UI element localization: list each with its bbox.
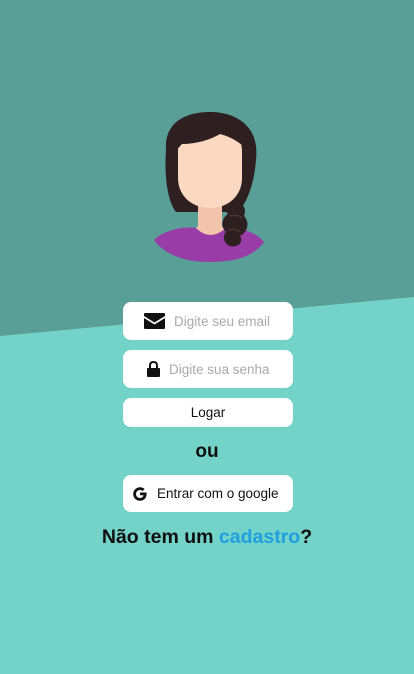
signup-prefix: Não tem um <box>101 526 219 548</box>
google-button-label: Entrar com o google <box>157 486 279 501</box>
google-login-button[interactable]: Entrar com o google <box>123 475 293 512</box>
password-field[interactable] <box>123 350 293 388</box>
signup-prompt: Não tem um cadastro? <box>0 526 414 549</box>
signup-link[interactable]: cadastro <box>219 526 300 548</box>
envelope-icon <box>144 313 165 329</box>
login-button[interactable]: Logar <box>123 398 293 427</box>
google-g-icon <box>131 485 149 503</box>
email-field[interactable] <box>123 302 294 340</box>
separator-text: ou <box>195 441 219 462</box>
signup-suffix: ? <box>300 526 313 548</box>
email-input[interactable] <box>174 313 294 329</box>
password-input[interactable] <box>169 361 289 377</box>
lock-icon <box>146 361 160 377</box>
avatar-illustration <box>150 108 266 264</box>
